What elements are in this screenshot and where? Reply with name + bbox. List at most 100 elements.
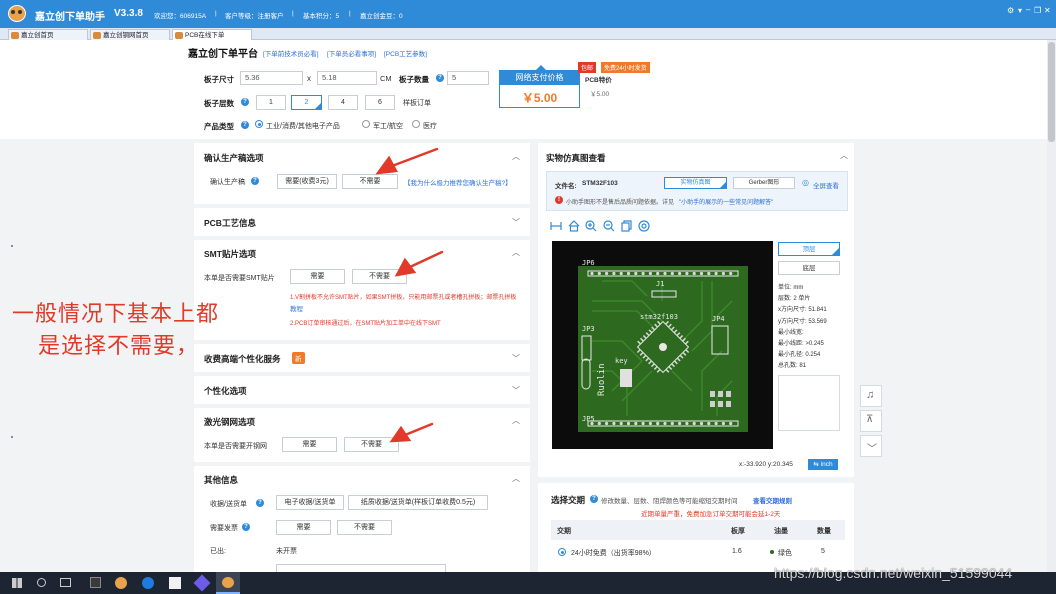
pad — [714, 421, 718, 426]
measure-icon — [550, 222, 562, 230]
viewer-tools — [550, 220, 650, 232]
arrow-head — [389, 425, 412, 443]
delivery-row[interactable]: 24小时免费（出货率98%） 1.6 绿色 5 — [551, 542, 845, 562]
pad — [619, 421, 623, 426]
annotation-line-2: 是选择不需要， — [38, 334, 200, 359]
pad — [678, 421, 682, 426]
chevron-up-icon[interactable]: ︿ — [840, 150, 848, 161]
pad — [692, 421, 696, 426]
label-jp3: JP3 — [582, 325, 595, 333]
pad — [685, 271, 689, 276]
pcb-image: JP6 J1 JP3 JP4 stm32f103 key JP5 Ruolin — [578, 259, 748, 432]
label-brand: Ruolin — [597, 363, 607, 396]
collapse-button[interactable]: ﹀ — [860, 435, 882, 457]
taskbar-app-icon[interactable] — [142, 577, 154, 589]
top-layer-button[interactable]: 顶层 — [778, 242, 840, 256]
task-view-icon[interactable] — [60, 578, 71, 587]
arrow-line — [403, 422, 434, 437]
pad — [648, 271, 652, 276]
pad — [670, 271, 674, 276]
pad — [626, 421, 631, 426]
spec-key: 层数: — [778, 296, 792, 303]
unit-label: inch — [820, 461, 833, 468]
pad — [619, 271, 623, 276]
taskbar-app-icon[interactable] — [90, 577, 101, 588]
pad — [670, 421, 674, 426]
radio-24h[interactable] — [558, 548, 566, 556]
spec-value: 81 — [797, 363, 807, 370]
bottom-layer-button[interactable]: 底层 — [778, 261, 840, 275]
taskbar-app-icon[interactable] — [193, 574, 211, 592]
arrow-line — [408, 250, 444, 269]
pad — [597, 421, 601, 426]
spec-list: 单位: mm 层数: 2 单片 x方向尺寸: 51.841 y方向尺寸: 53.569… — [778, 283, 844, 373]
spec-value: mm — [791, 285, 804, 291]
arrow-head — [394, 257, 417, 277]
pad — [641, 271, 645, 276]
arrow-head — [375, 155, 398, 175]
spec-row: 最小孔径: 0.254 — [778, 350, 844, 361]
pad — [721, 421, 725, 426]
eye-icon[interactable]: ◎ — [802, 178, 809, 187]
support-button[interactable]: ♫ — [860, 385, 882, 407]
headset-icon: ♫ — [866, 389, 875, 401]
section-title: 选择交期 — [551, 495, 586, 505]
pad — [729, 271, 733, 276]
scrollbar-thumb[interactable] — [1048, 42, 1055, 142]
coords-readout: x:-33.920 y:20.345 — [739, 461, 793, 468]
pad — [678, 271, 682, 276]
pad — [612, 421, 616, 426]
scroll-top-button[interactable]: ⊼ — [860, 410, 882, 432]
taskbar-app-icon[interactable] — [115, 577, 127, 589]
selected-corner-icon — [720, 182, 726, 188]
spec-key: x方向尺寸: — [778, 307, 807, 314]
fullscreen-link[interactable]: 全屏查看 — [813, 180, 839, 190]
spec-row: 单位: mm — [778, 283, 844, 294]
pad — [612, 271, 616, 276]
spec-key: 单位: — [778, 285, 792, 291]
taskbar-app-icon[interactable] — [169, 577, 181, 589]
unit-toggle[interactable]: ⇆ inch — [808, 459, 838, 470]
gerber-button[interactable]: Gerber图形 — [733, 177, 795, 189]
label-jp5: JP5 — [582, 415, 595, 423]
help-icon[interactable]: ? — [590, 495, 598, 503]
pcb-render: JP6 J1 JP3 JP4 stm32f103 key JP5 Ruolin — [552, 241, 773, 449]
taskbar-active-app-icon[interactable] — [216, 572, 240, 594]
spec-key: 最小线距: — [778, 341, 804, 348]
copy-icon — [621, 220, 632, 232]
pcb-viewer-panel: 实物仿真图查看 ︿ 文件名: STM32F103 实物仿真图 Gerber图形 … — [538, 143, 854, 477]
label-j1: J1 — [656, 280, 664, 288]
pad — [685, 421, 689, 426]
dot — [11, 436, 13, 438]
spec-value: >0.245 — [803, 341, 824, 348]
arrow-line — [390, 147, 439, 168]
search-icon[interactable] — [37, 578, 46, 587]
col-thickness: 板厚 — [731, 528, 745, 535]
home-icon — [568, 220, 580, 232]
col-qty: 数量 — [817, 528, 831, 535]
pad — [605, 421, 609, 426]
spec-key: 最小线宽: — [778, 329, 804, 336]
spec-value: 0.254 — [803, 352, 821, 359]
pad — [699, 421, 704, 426]
viewer-toolbar: 文件名: STM32F103 实物仿真图 Gerber图形 ◎ 全屏查看 ! 小… — [546, 171, 848, 211]
spec-value: 51.841 — [806, 307, 827, 314]
delivery-rules-link[interactable]: 查看交期规则 — [753, 495, 792, 505]
ink-dot — [770, 550, 774, 554]
pad — [663, 271, 667, 276]
pad — [721, 271, 725, 276]
pad — [634, 271, 638, 276]
spec-row: x方向尺寸: 51.841 — [778, 305, 844, 316]
delivery-desc: 修改数量、层数、阻焊颜色等可能缩短交期时间 — [601, 498, 738, 505]
real-image-button[interactable]: 实物仿真图 — [664, 177, 727, 189]
delivery-24h: 24小时免费（出货率98%） — [571, 550, 656, 557]
button-key — [620, 369, 632, 387]
file-label: 文件名: — [555, 183, 577, 190]
annotation-line-1: 一般情况下基本上都 — [12, 302, 220, 327]
collapse-icon: ﹀ — [867, 444, 877, 455]
warning-link[interactable]: "小助手的展示的一些常见问题解答" — [679, 197, 773, 206]
label-key: key — [615, 357, 628, 365]
ruler-icon: ⇆ — [813, 461, 821, 468]
windows-start-icon[interactable] — [12, 578, 22, 588]
pad — [692, 271, 696, 276]
